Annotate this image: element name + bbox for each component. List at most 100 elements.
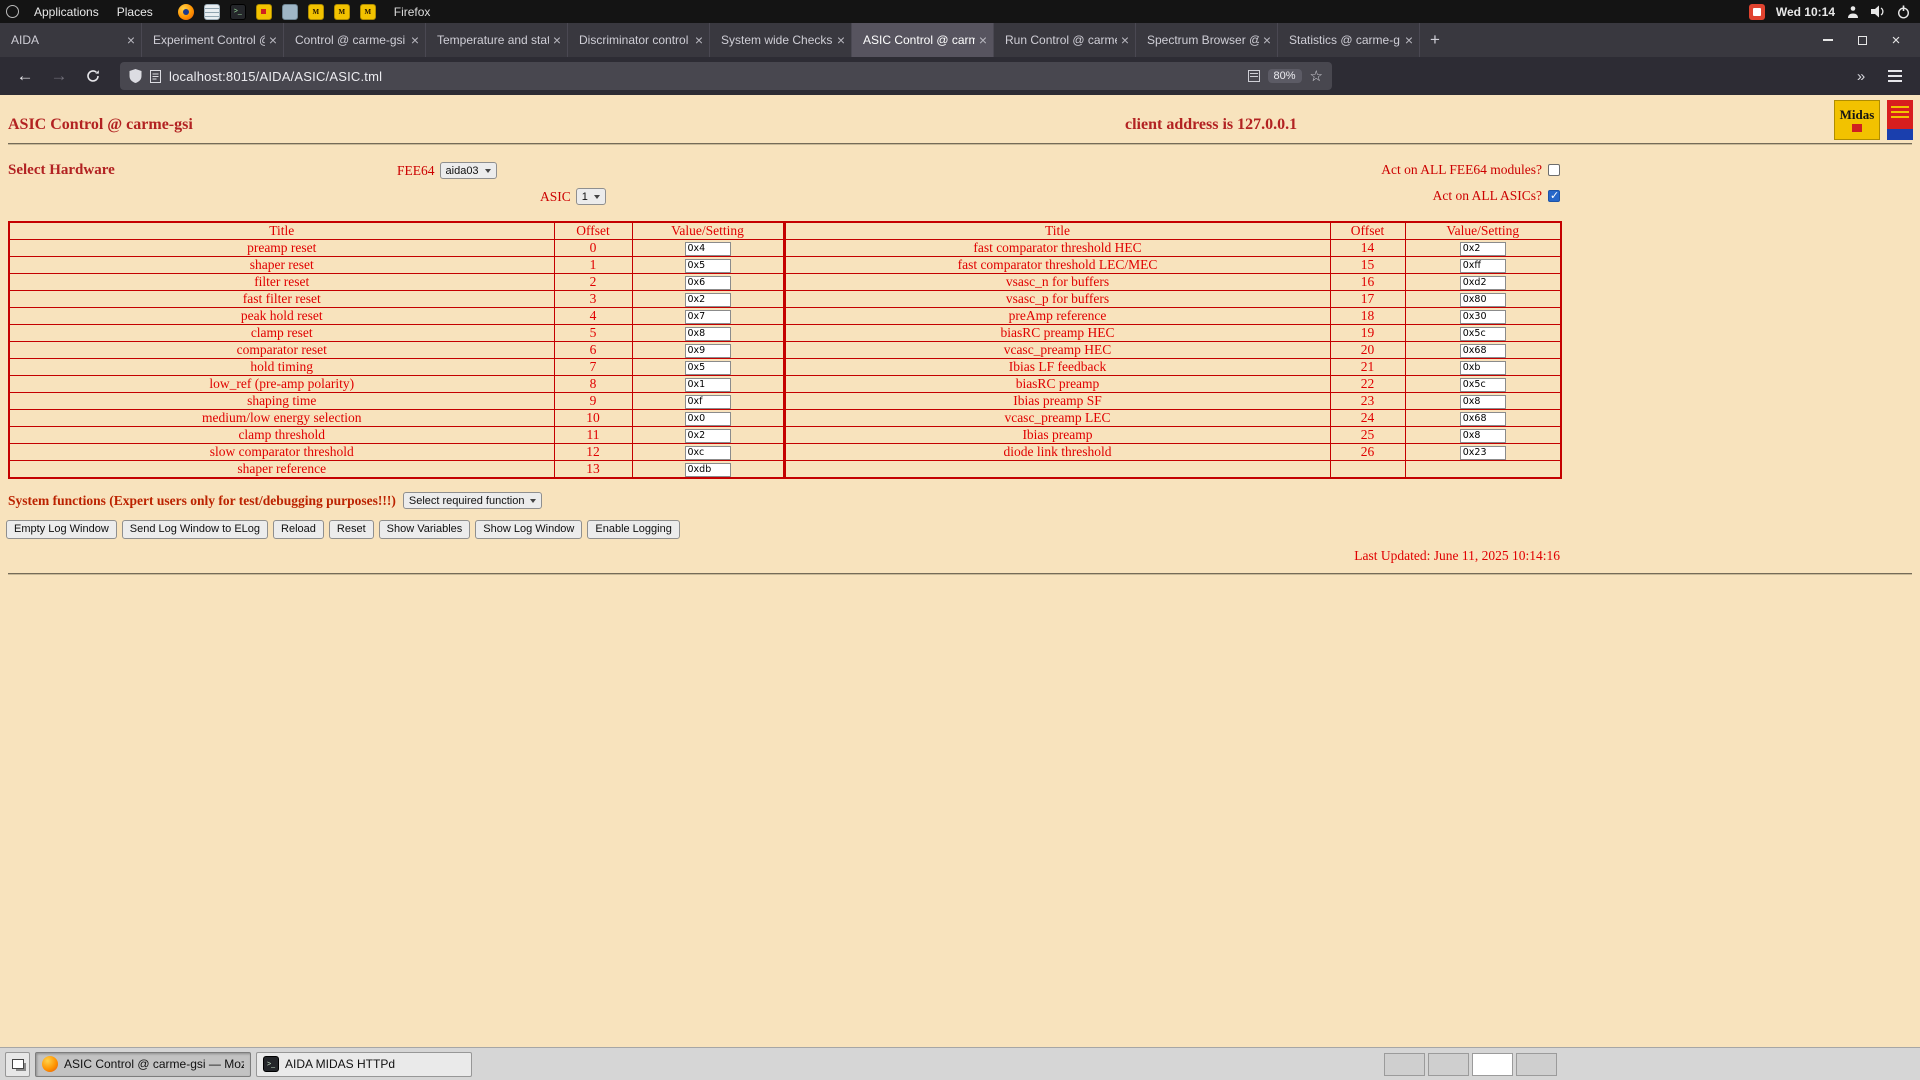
- tab-close-icon[interactable]: ×: [1405, 33, 1413, 47]
- new-tab-button[interactable]: +: [1420, 23, 1450, 57]
- places-menu[interactable]: Places: [108, 0, 162, 23]
- browser-tab[interactable]: Spectrum Browser @×: [1136, 23, 1278, 57]
- page-info-icon[interactable]: [150, 70, 161, 83]
- firefox-launcher-icon[interactable]: [178, 4, 194, 20]
- workspace-cell[interactable]: [1472, 1053, 1513, 1076]
- taskbar-window-button[interactable]: ASIC Control @ carme-gsi — Mozill…: [35, 1052, 251, 1077]
- action-button[interactable]: Enable Logging: [587, 520, 679, 539]
- param-value-input[interactable]: [685, 361, 731, 375]
- midas-launcher-icon[interactable]: [256, 4, 272, 20]
- tab-close-icon[interactable]: ×: [979, 33, 987, 47]
- browser-tab[interactable]: System wide Checks×: [710, 23, 852, 57]
- applications-menu[interactable]: Applications: [25, 0, 108, 23]
- power-icon[interactable]: [1897, 5, 1910, 19]
- bookmark-star-icon[interactable]: ☆: [1310, 67, 1323, 85]
- act-all-asics-checkbox[interactable]: [1548, 190, 1560, 202]
- param-value-input[interactable]: [1460, 412, 1506, 426]
- param-value-input[interactable]: [1460, 446, 1506, 460]
- browser-tab[interactable]: Statistics @ carme-g×: [1278, 23, 1420, 57]
- browser-tab[interactable]: Discriminator control×: [568, 23, 710, 57]
- taskbar-window-button[interactable]: >_AIDA MIDAS HTTPd: [256, 1052, 472, 1077]
- param-value-input[interactable]: [685, 310, 731, 324]
- action-button[interactable]: Reset: [329, 520, 374, 539]
- taskbar-windows: ASIC Control @ carme-gsi — Mozill…>_AIDA…: [35, 1052, 472, 1077]
- clock[interactable]: Wed 10:14: [1776, 5, 1835, 19]
- param-value-input[interactable]: [685, 242, 731, 256]
- workspace-cell[interactable]: [1516, 1053, 1557, 1076]
- param-value-input[interactable]: [685, 378, 731, 392]
- institute-logo[interactable]: [1887, 100, 1913, 140]
- action-button[interactable]: Empty Log Window: [6, 520, 117, 539]
- restore-button[interactable]: [1846, 27, 1878, 53]
- midas-launcher-icon[interactable]: M: [334, 4, 350, 20]
- param-value-input[interactable]: [1460, 276, 1506, 290]
- param-value-input[interactable]: [1460, 293, 1506, 307]
- param-value-cell: [632, 257, 784, 274]
- midas-launcher-icon[interactable]: M: [308, 4, 324, 20]
- param-value-input[interactable]: [685, 412, 731, 426]
- tab-close-icon[interactable]: ×: [1121, 33, 1129, 47]
- param-value-input[interactable]: [1460, 361, 1506, 375]
- act-all-fee64-checkbox[interactable]: [1548, 164, 1560, 176]
- accessibility-icon[interactable]: [1846, 5, 1860, 19]
- param-value-input[interactable]: [685, 446, 731, 460]
- terminal-launcher-icon[interactable]: >_: [230, 4, 246, 20]
- param-value-input[interactable]: [1460, 327, 1506, 341]
- param-value-input[interactable]: [685, 293, 731, 307]
- notification-icon[interactable]: [1749, 4, 1765, 20]
- menu-button[interactable]: [1880, 62, 1910, 90]
- param-value-input[interactable]: [685, 327, 731, 341]
- window-list-icon[interactable]: [5, 1052, 30, 1077]
- browser-tab[interactable]: AIDA×: [0, 23, 142, 57]
- param-value-input[interactable]: [685, 395, 731, 409]
- system-function-select[interactable]: Select required function: [403, 492, 543, 509]
- workspace-cell[interactable]: [1384, 1053, 1425, 1076]
- url-bar[interactable]: localhost:8015/AIDA/ASIC/ASIC.tml 80% ☆: [120, 62, 1332, 90]
- reload-button[interactable]: [78, 62, 108, 90]
- action-button[interactable]: Reload: [273, 520, 324, 539]
- zoom-indicator[interactable]: 80%: [1268, 69, 1302, 83]
- action-button[interactable]: Show Variables: [379, 520, 471, 539]
- action-button[interactable]: Send Log Window to ELog: [122, 520, 268, 539]
- browser-tab[interactable]: Run Control @ carme×: [994, 23, 1136, 57]
- action-button[interactable]: Show Log Window: [475, 520, 582, 539]
- close-button[interactable]: ×: [1880, 27, 1912, 53]
- param-value-input[interactable]: [685, 259, 731, 273]
- shield-icon[interactable]: [129, 69, 142, 83]
- param-value-input[interactable]: [1460, 259, 1506, 273]
- reader-mode-icon[interactable]: [1248, 70, 1260, 82]
- midas-launcher-icon[interactable]: M: [360, 4, 376, 20]
- volume-icon[interactable]: [1871, 5, 1886, 18]
- param-value-input[interactable]: [1460, 429, 1506, 443]
- param-value-input[interactable]: [685, 429, 731, 443]
- param-value-input[interactable]: [685, 463, 731, 477]
- tab-close-icon[interactable]: ×: [695, 33, 703, 47]
- tab-close-icon[interactable]: ×: [837, 33, 845, 47]
- param-value-input[interactable]: [1460, 378, 1506, 392]
- tab-close-icon[interactable]: ×: [553, 33, 561, 47]
- terminal-icon: >_: [263, 1056, 279, 1072]
- tab-close-icon[interactable]: ×: [269, 33, 277, 47]
- tab-close-icon[interactable]: ×: [411, 33, 419, 47]
- tab-close-icon[interactable]: ×: [1263, 33, 1271, 47]
- param-value-input[interactable]: [1460, 310, 1506, 324]
- param-value-input[interactable]: [685, 276, 731, 290]
- browser-tab[interactable]: Control @ carme-gsi×: [284, 23, 426, 57]
- param-value-input[interactable]: [685, 344, 731, 358]
- overflow-chevron-icon[interactable]: »: [1846, 62, 1876, 90]
- app-launcher-icon[interactable]: [282, 4, 298, 20]
- editor-launcher-icon[interactable]: [204, 4, 220, 20]
- minimize-button[interactable]: [1812, 27, 1844, 53]
- forward-button[interactable]: →: [44, 62, 74, 90]
- param-value-input[interactable]: [1460, 242, 1506, 256]
- param-value-input[interactable]: [1460, 344, 1506, 358]
- tab-close-icon[interactable]: ×: [127, 33, 135, 47]
- workspace-cell[interactable]: [1428, 1053, 1469, 1076]
- browser-tab[interactable]: ASIC Control @ carm×: [852, 23, 994, 57]
- back-button[interactable]: ←: [10, 62, 40, 90]
- midas-logo[interactable]: Midas: [1834, 100, 1880, 140]
- url-text[interactable]: localhost:8015/AIDA/ASIC/ASIC.tml: [169, 69, 1240, 84]
- param-value-input[interactable]: [1460, 395, 1506, 409]
- browser-tab[interactable]: Experiment Control @ c×: [142, 23, 284, 57]
- browser-tab[interactable]: Temperature and stat×: [426, 23, 568, 57]
